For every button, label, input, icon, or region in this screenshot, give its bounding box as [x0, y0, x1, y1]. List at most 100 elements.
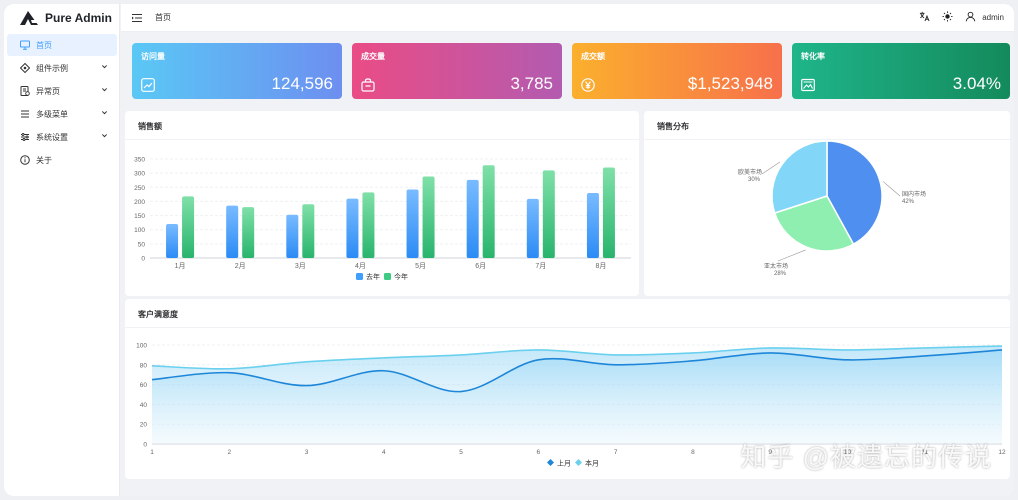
bag-icon [361, 78, 375, 92]
app-window: Pure Admin 首页 组件示例 异常页 多级菜单 系统设置 关于 首页 a… [4, 4, 1014, 496]
sidebar-item-home[interactable]: 首页 [7, 34, 117, 56]
stat-value: $1,523,948 [687, 74, 773, 93]
legend-label: 去年 [366, 272, 380, 281]
legend-label: 本月 [585, 459, 599, 468]
bar [362, 192, 375, 258]
legend-swatch [356, 273, 363, 280]
x-tick-label: 6 [537, 449, 541, 456]
x-tick-label: 6月 [475, 262, 486, 270]
chevron-down-icon [101, 63, 108, 72]
stat-card-visits: 访问量 124,596 [132, 43, 342, 99]
stat-title: 成交额 [581, 52, 605, 61]
sales-pie-chart: 国内市场42% 亚太市场28% 欧美市场30% [738, 140, 926, 277]
card-title: 销售分布 [657, 122, 689, 131]
bar [482, 165, 495, 258]
watermark-text: 知乎 @被遗忘的传说 [740, 442, 992, 472]
x-tick-label: 4月 [355, 262, 366, 270]
app-title: Pure Admin [45, 11, 112, 25]
chevron-down-icon [101, 109, 108, 118]
logo[interactable]: Pure Admin [4, 4, 119, 32]
breadcrumb[interactable]: 首页 [155, 12, 171, 23]
pie-label-line [882, 181, 901, 197]
y-tick-label: 20 [140, 422, 148, 429]
y-tick-label: 150 [134, 213, 145, 220]
sidebar-nav: 首页 组件示例 异常页 多级菜单 系统设置 关于 [4, 34, 119, 171]
pie-label-name: 国内市场 [902, 190, 926, 198]
pie-label-value: 42% [902, 199, 915, 205]
y-tick-label: 80 [140, 362, 148, 369]
bar [182, 196, 195, 258]
y-tick-label: 0 [143, 442, 147, 449]
menu-icon [20, 109, 30, 119]
sidebar-item-label: 多级菜单 [36, 109, 68, 119]
stat-value: 124,596 [271, 74, 333, 93]
legend-swatch [384, 273, 391, 280]
legend-swatch [547, 459, 554, 466]
pie-label-name: 亚太市场 [764, 262, 788, 270]
sidebar-item-about[interactable]: 关于 [7, 149, 117, 171]
yen-icon [581, 78, 595, 92]
sales-chart-card: 销售额 0 50 100 150 200 250 300 350 1月 2月 3月 4月 5月 6月 7月 8… [125, 111, 639, 296]
x-tick-label: 2月 [235, 262, 246, 270]
sidebar-item-multilevel[interactable]: 多级菜单 [7, 103, 117, 125]
image-icon [801, 78, 815, 92]
x-tick-label: 3月 [295, 262, 306, 270]
x-tick-label: 8 [691, 449, 695, 456]
exception-icon [20, 86, 30, 96]
x-tick-label: 4 [382, 449, 386, 456]
sidebar-item-label: 关于 [36, 155, 52, 165]
username: admin [982, 13, 1004, 22]
x-tick-label: 7月 [535, 262, 546, 270]
stat-title: 访问量 [141, 52, 165, 61]
sales-distribution-card: 销售分布 国内市场 42% 亚太市场 28% 欧美市场 30% [644, 111, 1010, 296]
settings-icon [20, 132, 30, 142]
pie-label-name: 欧美市场 [738, 168, 762, 176]
pie-label-line [777, 249, 806, 262]
chevron-down-icon [101, 86, 108, 95]
bar [286, 214, 299, 258]
y-tick-label: 100 [134, 227, 145, 234]
bar [422, 176, 435, 258]
bar [346, 198, 359, 258]
bar [302, 204, 315, 258]
bar [602, 167, 615, 258]
legend-swatch [575, 459, 582, 466]
y-tick-label: 100 [136, 343, 147, 350]
chevron-down-icon [101, 132, 108, 141]
sidebar-item-exception[interactable]: 异常页 [7, 80, 117, 102]
user-menu[interactable]: admin [965, 11, 1004, 24]
bar [466, 179, 479, 258]
bar [242, 207, 255, 258]
sidebar-item-components[interactable]: 组件示例 [7, 57, 117, 79]
logo-icon [20, 11, 38, 25]
y-tick-label: 350 [134, 157, 145, 164]
topbar-actions: admin [919, 11, 1004, 25]
y-tick-label: 50 [138, 241, 146, 248]
stat-card-revenue: 成交额 $1,523,948 [572, 43, 782, 99]
sidebar-item-settings[interactable]: 系统设置 [7, 126, 117, 148]
x-tick-label: 2 [227, 449, 231, 456]
bar [166, 224, 179, 258]
y-tick-label: 250 [134, 185, 145, 192]
legend-label: 今年 [394, 272, 408, 281]
pie-label-value: 28% [774, 271, 787, 277]
bar [586, 192, 599, 258]
sidebar-item-label: 系统设置 [36, 132, 68, 142]
y-tick-label: 60 [140, 382, 148, 389]
translate-icon[interactable] [919, 11, 930, 25]
sales-bar-chart: 0 50 100 150 200 250 300 350 1月 2月 3月 4月 5月 6月 7月 8月去年 今… [134, 157, 631, 281]
menu-toggle-icon[interactable] [131, 12, 143, 24]
stat-card-deals: 成交量 3,785 [352, 43, 562, 99]
monitor-icon [20, 40, 30, 50]
sun-icon[interactable] [942, 11, 953, 25]
card-title: 销售额 [138, 122, 162, 131]
legend-label: 上月 [557, 459, 571, 468]
x-tick-label: 3 [305, 449, 309, 456]
sidebar-item-label: 异常页 [36, 86, 60, 96]
main-area: 首页 admin 访问量 124,596 成交量 3,785 成交额 $1,52… [121, 4, 1014, 496]
x-tick-label: 12 [998, 449, 1006, 456]
stat-card-conversion: 转化率 3.04% [792, 43, 1010, 99]
sidebar-item-label: 组件示例 [36, 63, 68, 73]
x-tick-label: 1 [150, 449, 154, 456]
bar [526, 198, 539, 258]
